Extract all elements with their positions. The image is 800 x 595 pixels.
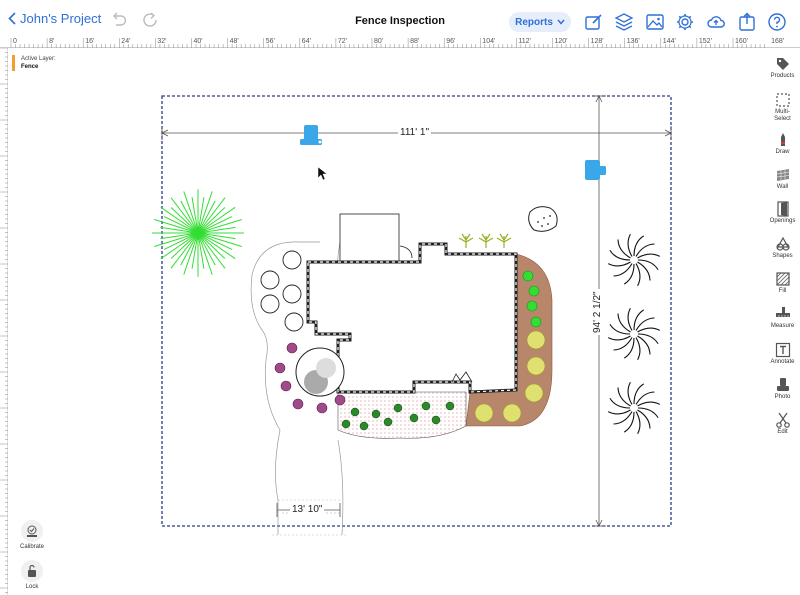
wall-icon (776, 169, 789, 181)
tool-measure[interactable]: Measure (765, 306, 800, 329)
tool-photo-label: Photo (774, 394, 791, 400)
calibrate-icon (27, 525, 37, 537)
tool-multi-select-label: Multi-Select (774, 109, 791, 122)
tool-edit-label: Edit (777, 429, 788, 435)
palm-plants (458, 233, 512, 248)
undo-icon[interactable] (110, 11, 128, 29)
shapes-icon (775, 236, 790, 251)
mouse-cursor (317, 166, 328, 181)
tag-icon (776, 58, 789, 70)
gear-icon[interactable] (675, 12, 695, 32)
redo-icon[interactable] (141, 11, 159, 29)
tool-draw-label: Draw (775, 149, 790, 155)
share-icon[interactable] (737, 12, 757, 32)
lock-button[interactable]: Lock (18, 560, 46, 590)
large-shrub (295, 347, 345, 397)
tool-draw[interactable]: Draw (765, 132, 800, 155)
rock (528, 206, 558, 232)
photo-marker-1 (300, 125, 322, 145)
help-icon[interactable] (767, 12, 787, 32)
calibrate-label: Calibrate (19, 544, 44, 550)
tool-shapes-label: Shapes (772, 253, 793, 259)
tool-photo[interactable]: Photo (765, 377, 800, 400)
tool-measure-label: Measure (770, 323, 795, 329)
width-dimension-label[interactable]: 111' 1" (398, 127, 431, 138)
text-box-icon (775, 342, 790, 358)
height-dimension-label[interactable]: 94' 2 1/2" (592, 289, 603, 335)
layers-icon[interactable] (614, 12, 634, 32)
gate-dimension-label[interactable]: 13' 10" (290, 504, 325, 515)
ruler-label: 168' (771, 38, 785, 45)
tool-annotate[interactable]: Annotate (765, 342, 800, 365)
garage (339, 213, 400, 263)
reports-label: Reports (515, 16, 553, 28)
active-layer-label: Active Layer: (21, 56, 56, 62)
tool-edit[interactable]: Edit (765, 412, 800, 435)
vertical-ruler-ticks (0, 47, 8, 593)
edit-note-icon[interactable] (584, 12, 604, 32)
tool-products[interactable]: Products (765, 56, 800, 79)
tool-shapes[interactable]: Shapes (765, 236, 800, 259)
tool-multi-select[interactable]: Multi-Select (765, 92, 800, 123)
starburst-tree (152, 189, 244, 277)
tool-wall-label: Wall (776, 184, 789, 190)
calibrate-button[interactable]: Calibrate (18, 520, 46, 550)
door-arc (399, 245, 413, 259)
chevron-left-icon (8, 12, 16, 25)
horizontal-ruler: 0 8' 16' 24' 32' 40' 48' 56' 64' 72' 80' 88' 96' 104'… (0, 38, 800, 48)
lock-label: Lock (25, 584, 39, 590)
measure-icon (775, 307, 790, 317)
active-layer-indicator[interactable]: Active Layer: Fence (12, 55, 56, 71)
cloud-upload-icon[interactable] (706, 12, 726, 32)
tool-fill[interactable]: Fill (765, 271, 800, 294)
tool-products-label: Products (770, 73, 795, 79)
tool-fill-label: Fill (778, 288, 787, 294)
ruler-ticks (10, 38, 765, 48)
vertical-ruler (0, 47, 8, 595)
chevron-down-icon (557, 19, 565, 25)
spiky-plants (607, 233, 661, 435)
multi-select-icon (775, 93, 790, 107)
tool-wall[interactable]: Wall (765, 167, 800, 190)
active-layer-value: Fence (21, 64, 39, 70)
tool-sidebar: Products Multi-Select Draw Wall Openings… (765, 48, 800, 448)
unlock-icon (28, 564, 36, 577)
door-icon (776, 201, 789, 217)
pencil-icon (780, 133, 785, 146)
reports-button[interactable]: Reports (509, 12, 571, 32)
camera-pin-icon (776, 378, 789, 391)
tool-openings[interactable]: Openings (765, 201, 800, 224)
drawing-canvas[interactable] (9, 49, 765, 595)
tool-openings-label: Openings (769, 218, 796, 224)
photo-marker-2 (585, 160, 606, 180)
fill-icon (775, 272, 790, 286)
back-label: John's Project (20, 11, 102, 26)
scissors-icon (775, 412, 790, 428)
tool-annotate-label: Annotate (770, 359, 795, 365)
top-bar: John's Project Fence Inspection Reports (0, 0, 800, 38)
floor-plan-drawing[interactable] (9, 49, 765, 595)
round-trees (260, 250, 304, 332)
image-icon[interactable] (645, 12, 665, 32)
back-button[interactable]: John's Project (8, 11, 101, 26)
